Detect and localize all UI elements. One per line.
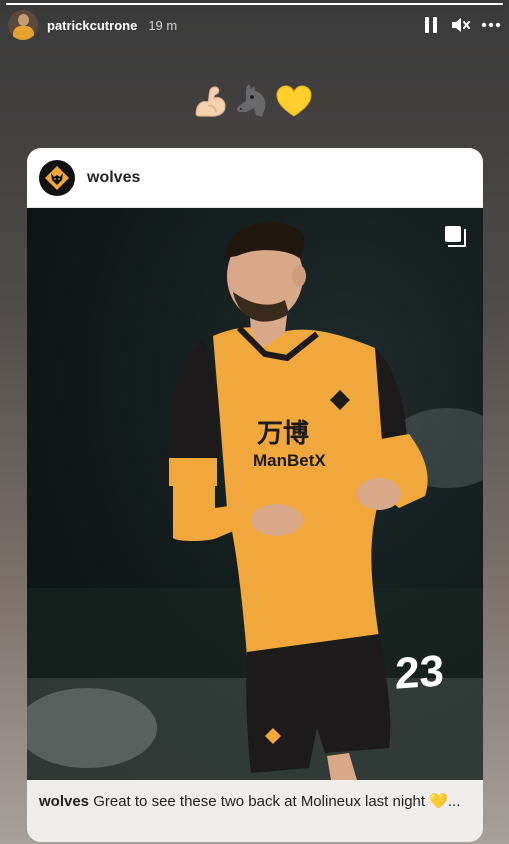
story-viewer[interactable]: patrickcutrone 19 m wolves 万博 ManBetX 23… <box>0 0 509 844</box>
flexed-biceps-icon <box>195 86 226 117</box>
post-photo[interactable]: 万博 ManBetX 23 <box>27 208 483 780</box>
horse-head-icon <box>237 84 266 117</box>
story-username[interactable]: patrickcutrone <box>47 18 137 33</box>
yellow-heart-icon <box>276 85 312 117</box>
story-controls <box>421 15 501 35</box>
multiple-posts-icon <box>445 226 466 247</box>
story-timestamp: 19 m <box>148 17 178 33</box>
more-dots-icon[interactable] <box>481 15 501 35</box>
story-header: patrickcutrone 19 m <box>8 10 501 40</box>
caption-text: Great to see these two back at Molineux … <box>93 793 461 810</box>
jersey-number: 23 <box>395 646 444 699</box>
story-progress-fill <box>6 3 503 5</box>
pause-icon[interactable] <box>421 15 441 35</box>
post-header[interactable]: wolves <box>27 148 483 208</box>
story-progress-bar <box>6 3 503 5</box>
post-account-name[interactable]: wolves <box>87 169 140 187</box>
muted-speaker-icon[interactable] <box>451 15 471 35</box>
jersey-sponsor-cn: 万博 <box>257 419 310 449</box>
jersey-sponsor: ManBetX <box>253 451 326 470</box>
caption-username[interactable]: wolves <box>39 793 89 810</box>
avatar[interactable] <box>8 10 38 40</box>
post-caption[interactable]: wolves Great to see these two back at Mo… <box>27 780 483 842</box>
wolf-logo-icon <box>39 159 75 196</box>
shared-post-card[interactable]: wolves 万博 ManBetX 23 wolves Great to see… <box>27 148 483 842</box>
emoji-sticker[interactable] <box>190 82 314 122</box>
